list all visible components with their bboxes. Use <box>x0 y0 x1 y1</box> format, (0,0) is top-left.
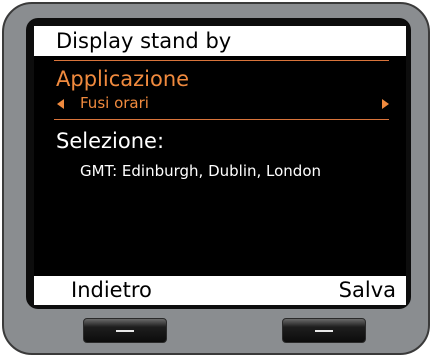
left-softkey-button[interactable] <box>83 318 167 343</box>
softkey-bar: Indietro Salva <box>34 276 406 305</box>
softkey-save-label: Salva <box>338 278 396 302</box>
display-bezel: Display stand by Applicazione Fusi orari… <box>26 18 411 309</box>
page-title: Display stand by <box>56 29 232 53</box>
right-softkey-button[interactable] <box>282 318 366 343</box>
setting-value-selector[interactable]: Fusi orari <box>80 93 149 113</box>
dash-icon <box>315 330 333 332</box>
phone-device: Display stand by Applicazione Fusi orari… <box>2 2 430 355</box>
dash-icon <box>116 330 134 332</box>
divider-middle <box>54 119 389 120</box>
softkey-back-label: Indietro <box>71 278 152 302</box>
display-screen: Display stand by Applicazione Fusi orari… <box>34 26 406 305</box>
title-bar: Display stand by <box>34 26 406 56</box>
setting-label: Applicazione <box>56 67 190 91</box>
triangle-left-icon[interactable] <box>57 99 64 109</box>
divider-top <box>54 60 389 61</box>
triangle-right-icon[interactable] <box>382 99 389 109</box>
selection-label: Selezione: <box>56 129 165 153</box>
selection-value[interactable]: GMT: Edinburgh, Dublin, London <box>80 161 321 181</box>
